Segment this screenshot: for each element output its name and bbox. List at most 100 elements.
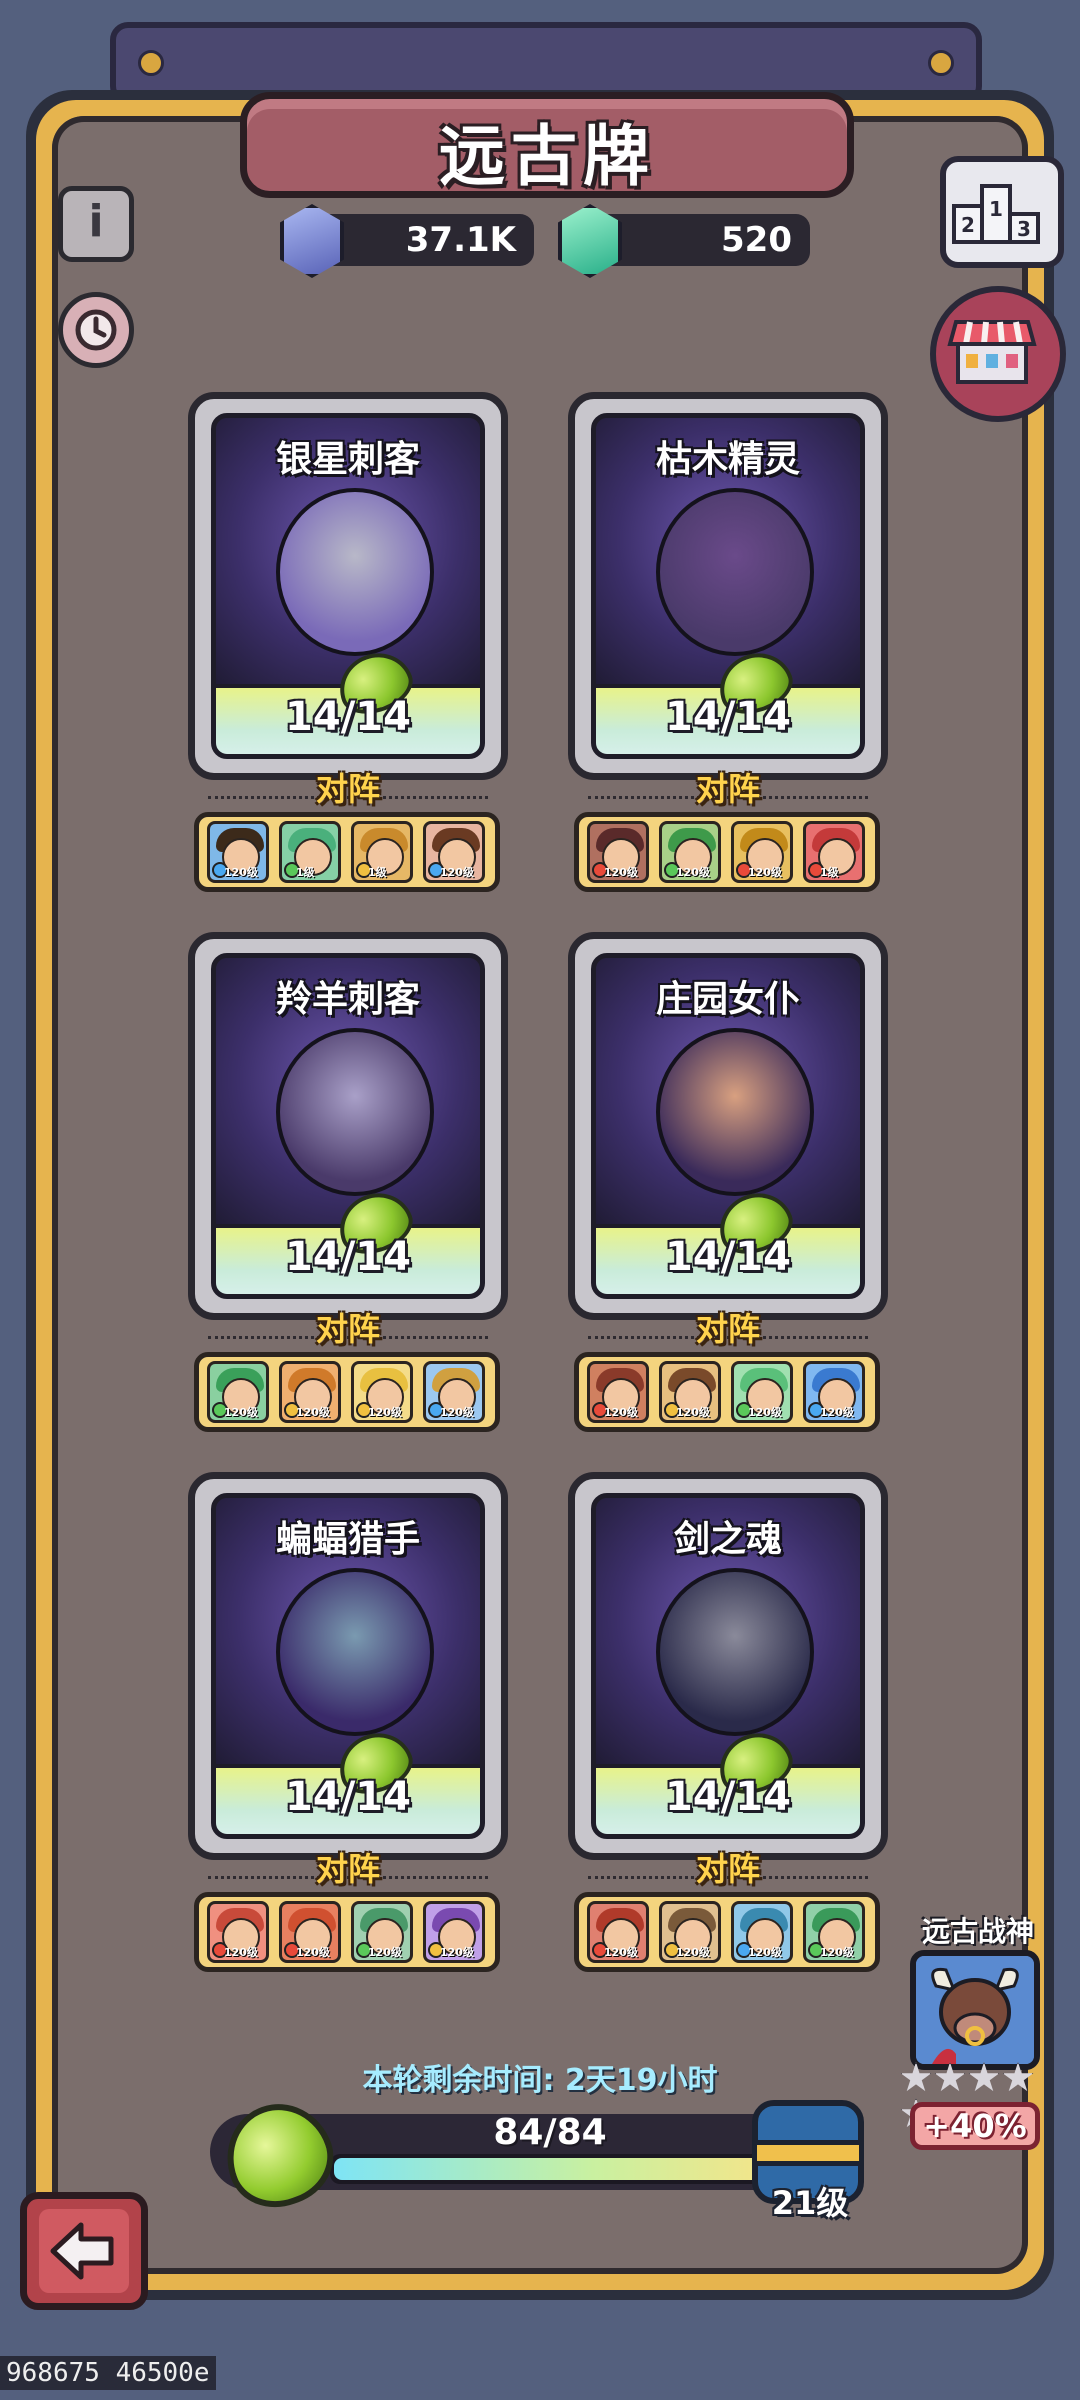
hero-card[interactable]: 庄园女仆 14/14 [568,932,888,1320]
podium-icon: 2 1 3 [952,184,1040,244]
hero-card[interactable]: 枯木精灵 14/14 [568,392,888,780]
back-button-face [39,2209,129,2293]
ranking-button[interactable]: 2 1 3 [940,156,1064,268]
card-progress: 14/14 [596,1723,860,1834]
boss-title: 远古战神 [921,1915,1034,1948]
info-button[interactable]: i [58,186,134,262]
star-icon [934,2062,966,2092]
opponent-hero-avatar[interactable]: 120级 [351,1361,413,1423]
svg-text:3: 3 [1017,217,1031,241]
title-banner: 远古牌 [240,92,854,198]
character-portrait [276,1028,434,1196]
chest-band [752,2140,864,2166]
minotaur-icon [916,1956,1034,2064]
hero-card[interactable]: 羚羊刺客 14/14 [188,932,508,1320]
opponent-hero-avatar[interactable]: 1级 [803,821,865,883]
character-portrait [656,1028,814,1196]
opponent-hero-avatar[interactable]: 120级 [659,1901,721,1963]
hero-card[interactable]: 蝙蝠猎手 14/14 [188,1472,508,1860]
opponent-hero-avatar[interactable]: 120级 [731,821,793,883]
opponent-team[interactable]: 120级 120级 120级 120级 [574,1892,880,1972]
character-portrait [656,488,814,656]
svg-text:1: 1 [989,197,1003,221]
clock-icon [75,309,117,351]
opponent-hero-avatar[interactable]: 120级 [587,821,649,883]
hero-level: 120级 [440,1406,474,1419]
history-button[interactable] [58,292,134,368]
opponent-hero-avatar[interactable]: 120级 [803,1361,865,1423]
hero-level: 120级 [368,1406,402,1419]
opponent-hero-avatar[interactable]: 120级 [587,1901,649,1963]
boss-stars [900,2062,1060,2128]
opponent-hero-avatar[interactable]: 120级 [803,1901,865,1963]
versus-label: 对阵 [315,1310,380,1348]
back-arrow-icon [50,2222,114,2280]
hero-level: 120级 [748,1406,782,1419]
opponent-hero-avatar[interactable]: 120级 [279,1361,341,1423]
card-progress: 14/14 [596,643,860,754]
hero-level: 120级 [604,1406,638,1419]
opponent-hero-avatar[interactable]: 1级 [351,821,413,883]
card-count: 14/14 [665,694,791,740]
opponent-hero-avatar[interactable]: 120级 [423,1361,485,1423]
card-frame: 庄园女仆 14/14 [591,953,865,1299]
opponent-hero-avatar[interactable]: 120级 [659,821,721,883]
card-title: 蝙蝠猎手 [275,1519,420,1560]
boss-portrait[interactable] [910,1950,1040,2070]
opponent-hero-avatar[interactable]: 120级 [587,1361,649,1423]
opponent-hero-avatar[interactable]: 120级 [207,1901,269,1963]
opponent-team[interactable]: 120级 120级 120级 120级 [574,1352,880,1432]
currency-green-amount: 520 [721,220,792,260]
opponent-hero-avatar[interactable]: 120级 [659,1361,721,1423]
card-count: 14/14 [665,1774,791,1820]
hero-level: 120级 [820,1406,854,1419]
opponent-hero-avatar[interactable]: 120级 [351,1901,413,1963]
opponent-team[interactable]: 120级 1级 1级 120级 [194,812,500,892]
versus-label: 对阵 [695,770,760,808]
versus-label: 对阵 [695,1310,760,1348]
bolt-icon [928,50,954,76]
opponent-hero-avatar[interactable]: 120级 [423,821,485,883]
shop-stall-icon [947,320,1037,384]
card-frame: 蝙蝠猎手 14/14 [211,1493,485,1839]
card-count: 14/14 [285,1774,411,1820]
hero-card[interactable]: 银星刺客 14/14 [188,392,508,780]
star-icon [900,2062,932,2092]
card-artwork: 庄园女仆 [596,958,860,1228]
back-button[interactable] [20,2192,148,2310]
opponent-team[interactable]: 120级 120级 120级 1级 [574,812,880,892]
hero-card[interactable]: 剑之魂 14/14 [568,1472,888,1860]
hero-level: 120级 [748,866,782,879]
opponent-hero-avatar[interactable]: 120级 [279,1901,341,1963]
hero-level: 120级 [296,1946,330,1959]
hero-level: 1级 [368,866,387,879]
hero-level: 120级 [440,866,474,879]
card-title: 羚羊刺客 [275,979,420,1020]
opponent-team[interactable]: 120级 120级 120级 120级 [194,1892,500,1972]
opponent-hero-avatar[interactable]: 120级 [731,1901,793,1963]
hero-level: 120级 [224,866,258,879]
card-title: 庄园女仆 [655,979,800,1020]
opponent-hero-avatar[interactable]: 120级 [207,821,269,883]
card-count: 14/14 [285,1234,411,1280]
card-progress: 14/14 [596,1183,860,1294]
opponent-hero-avatar[interactable]: 120级 [423,1901,485,1963]
character-portrait [276,1568,434,1736]
card-title: 剑之魂 [673,1519,782,1560]
info-icon: i [88,196,104,247]
card-artwork: 蝙蝠猎手 [216,1498,480,1768]
opponent-team[interactable]: 120级 120级 120级 120级 [194,1352,500,1432]
card-progress: 14/14 [216,643,480,754]
shop-button[interactable] [930,286,1066,422]
card-title: 枯木精灵 [655,439,800,480]
card-artwork: 剑之魂 [596,1498,860,1768]
progress-fill [334,2158,766,2180]
opponent-hero-avatar[interactable]: 120级 [731,1361,793,1423]
card-progress: 14/14 [216,1723,480,1834]
hero-level: 1级 [296,866,315,879]
svg-text:2: 2 [961,213,975,237]
versus-label: 对阵 [315,770,380,808]
opponent-hero-avatar[interactable]: 120级 [207,1361,269,1423]
opponent-hero-avatar[interactable]: 1级 [279,821,341,883]
versus-label: 对阵 [695,1850,760,1888]
